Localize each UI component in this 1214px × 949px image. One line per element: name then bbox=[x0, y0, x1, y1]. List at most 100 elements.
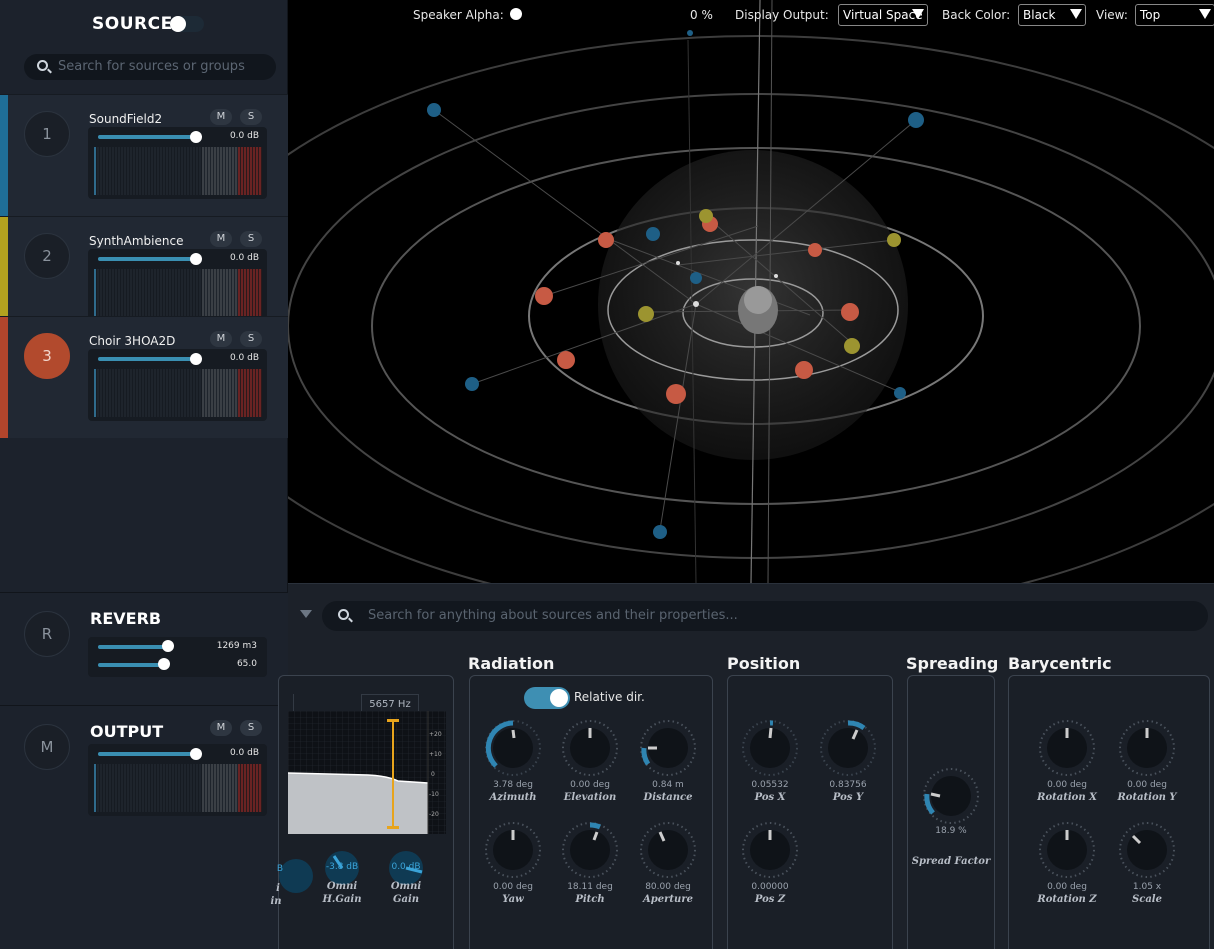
property-search-input[interactable]: Search for anything about sources and th… bbox=[322, 601, 1208, 631]
pos-z-value: 0.00000 bbox=[751, 882, 789, 892]
omni-gain-knob[interactable]: 0.0 dB Omni Gain bbox=[376, 846, 436, 936]
elevation-value: 0.00 deg bbox=[570, 780, 610, 790]
search-icon bbox=[338, 609, 349, 620]
source-search-input[interactable]: Search for sources or groups bbox=[24, 54, 276, 80]
rotation-x-knob[interactable]: 0.00 deg Rotation X bbox=[1037, 718, 1097, 808]
yaw-knob[interactable]: 0.00 deg Yaw bbox=[483, 820, 543, 910]
source-track[interactable]: 1 SoundField2 M S 0.0 dB bbox=[0, 94, 288, 216]
chevron-down-icon[interactable] bbox=[300, 610, 312, 618]
display-output-label: Display Output: bbox=[735, 8, 829, 22]
pos-z-knob[interactable]: 0.00000 Pos Z bbox=[740, 820, 800, 910]
toggle-knob bbox=[170, 16, 186, 32]
rotation-y-knob[interactable]: 0.00 deg Rotation Y bbox=[1117, 718, 1177, 808]
relative-dir-toggle[interactable] bbox=[524, 687, 570, 709]
azimuth-knob[interactable]: 3.78 deg Azimuth bbox=[483, 718, 543, 808]
output-button[interactable]: M bbox=[24, 724, 70, 770]
mute-button[interactable]: M bbox=[210, 109, 232, 125]
source-track[interactable]: 3 Choir 3HOA2D M S 0.0 dB bbox=[0, 316, 288, 438]
gain-slider-knob[interactable] bbox=[190, 131, 202, 143]
reverb-volume-slider[interactable] bbox=[98, 645, 168, 649]
solo-button[interactable]: S bbox=[240, 331, 262, 347]
sources-toggle[interactable] bbox=[170, 16, 204, 32]
track-name: Choir 3HOA2D bbox=[89, 334, 176, 348]
track-number[interactable]: 3 bbox=[24, 333, 70, 379]
track-number[interactable]: 1 bbox=[24, 111, 70, 157]
barycentric-title: Barycentric bbox=[1008, 654, 1112, 673]
gain-slider-knob[interactable] bbox=[190, 253, 202, 265]
gain-value: 0.0 dB bbox=[229, 353, 259, 363]
gain-slider[interactable] bbox=[98, 257, 198, 261]
pos-z-label: Pos Z bbox=[754, 894, 786, 905]
track-name: SoundField2 bbox=[89, 112, 163, 126]
3d-viewport[interactable] bbox=[288, 0, 1214, 583]
eq-graph[interactable]: +20 +10 0 -10 -20 bbox=[287, 711, 446, 834]
radiation-title: Radiation bbox=[468, 654, 555, 673]
viewport-toolbar: Speaker Alpha: 0 % Display Output: Virtu… bbox=[288, 0, 1214, 32]
spreading-title: Spreading bbox=[906, 654, 999, 673]
back-color-select[interactable]: Black bbox=[1018, 4, 1086, 26]
mute-button[interactable]: M bbox=[210, 331, 232, 347]
output-gain-knob[interactable] bbox=[190, 748, 202, 760]
distance-value: 0.84 m bbox=[652, 780, 684, 790]
view-select[interactable]: Top bbox=[1135, 4, 1214, 26]
rotation-y-value: 0.00 deg bbox=[1127, 780, 1167, 790]
omni-knob-label: i bbox=[276, 883, 280, 894]
track-color-stripe bbox=[0, 317, 8, 438]
display-output-select[interactable]: Virtual Space bbox=[838, 4, 928, 26]
reverb-param-knob[interactable] bbox=[158, 658, 170, 670]
gain-slider-knob[interactable] bbox=[190, 353, 202, 365]
omni-knob-value: B bbox=[276, 864, 284, 874]
reverb-controls: 1269 m3 65.0 bbox=[88, 637, 267, 677]
display-output-value: Virtual Space bbox=[843, 8, 923, 22]
pitch-knob[interactable]: 18.11 deg Pitch bbox=[560, 820, 620, 910]
output-strip: M OUTPUT M S 0.0 dB bbox=[0, 705, 288, 949]
eq-scale-zero: 0 bbox=[431, 771, 435, 778]
reverb-param-row: 65.0 bbox=[88, 657, 267, 673]
distance-knob[interactable]: 0.84 m Distance bbox=[638, 718, 698, 808]
pos-x-value: 0.05532 bbox=[751, 780, 789, 790]
rotation-y-label: Rotation Y bbox=[1117, 792, 1177, 803]
solo-button[interactable]: S bbox=[240, 109, 262, 125]
reverb-volume-value: 1269 m3 bbox=[216, 641, 257, 651]
solo-button[interactable]: S bbox=[240, 231, 262, 247]
solo-button[interactable]: S bbox=[240, 720, 262, 736]
reverb-param-slider[interactable] bbox=[98, 663, 164, 667]
alpha-percent: 0 % bbox=[690, 8, 713, 22]
reverb-volume-knob[interactable] bbox=[162, 640, 174, 652]
pos-y-value: 0.83756 bbox=[829, 780, 867, 790]
rotation-x-value: 0.00 deg bbox=[1047, 780, 1087, 790]
spread-factor-value: 18.9 % bbox=[935, 826, 967, 836]
pos-y-knob[interactable]: 0.83756 Pos Y bbox=[818, 718, 878, 808]
track-number[interactable]: 2 bbox=[24, 233, 70, 279]
mute-button[interactable]: M bbox=[210, 231, 232, 247]
aperture-value: 80.00 deg bbox=[645, 882, 691, 892]
aperture-knob[interactable]: 80.00 deg Aperture bbox=[638, 820, 698, 910]
output-gain-slider[interactable] bbox=[98, 752, 198, 756]
meter-bars bbox=[94, 269, 262, 317]
pos-y-label: Pos Y bbox=[832, 792, 864, 803]
mute-button[interactable]: M bbox=[210, 720, 232, 736]
rotation-z-knob[interactable]: 0.00 deg Rotation Z bbox=[1037, 820, 1097, 910]
track-color-stripe bbox=[0, 95, 8, 216]
spread-factor-knob[interactable]: 18.9 % Spread Factor bbox=[912, 766, 990, 867]
speaker-alpha[interactable]: Speaker Alpha: bbox=[413, 8, 522, 22]
rotation-z-value: 0.00 deg bbox=[1047, 882, 1087, 892]
elevation-label: Elevation bbox=[563, 792, 617, 803]
pos-x-knob[interactable]: 0.05532 Pos X bbox=[740, 718, 800, 808]
properties-panel: Search for anything about sources and th… bbox=[270, 583, 1214, 949]
eq-scale-plus10: +10 bbox=[429, 751, 442, 758]
elevation-knob[interactable]: 0.00 deg Elevation bbox=[560, 718, 620, 808]
chevron-down-icon bbox=[1199, 9, 1211, 19]
gain-slider[interactable] bbox=[98, 135, 198, 139]
gain-value: 0.0 dB bbox=[229, 253, 259, 263]
azimuth-label: Azimuth bbox=[489, 792, 537, 803]
eq-scale-minus10: -10 bbox=[429, 791, 439, 798]
eq-curve bbox=[287, 711, 446, 834]
gain-slider[interactable] bbox=[98, 357, 198, 361]
speaker-alpha-slider-knob[interactable] bbox=[509, 8, 522, 20]
reverb-button[interactable]: R bbox=[24, 611, 70, 657]
pos-x-label: Pos X bbox=[754, 792, 786, 803]
scale-knob[interactable]: 1.05 x Scale bbox=[1117, 820, 1177, 910]
yaw-label: Yaw bbox=[502, 894, 524, 905]
omni-knob-label2: in bbox=[270, 896, 282, 907]
